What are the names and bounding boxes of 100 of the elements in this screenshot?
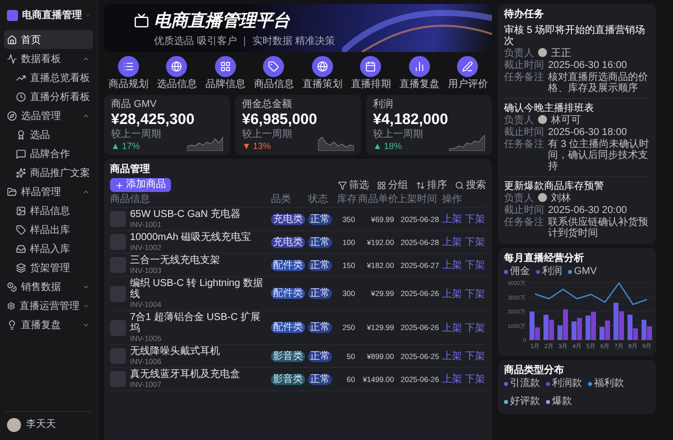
shortcut-icon[interactable]: [408, 56, 430, 77]
menu-icon: [7, 186, 17, 196]
legend-label: 好评款: [510, 396, 540, 408]
task-note: 核对直播所选商品的价格、库存及展示顺序: [548, 72, 649, 94]
legend-label: 福利款: [594, 378, 624, 390]
action-link[interactable]: 下架: [465, 320, 485, 334]
stat-compare: 较上一周期: [373, 129, 423, 141]
toolbar-button[interactable]: 分组: [377, 178, 408, 192]
action-link[interactable]: 上架: [442, 372, 462, 386]
shortcut-icon[interactable]: [118, 56, 139, 77]
sidebar-subitem[interactable]: 直播总览看板: [4, 68, 93, 87]
due-time: 2025-06-30 16:00: [548, 60, 627, 71]
task-note: 联系供应链确认补货预计到货时间: [548, 217, 649, 239]
shortcut-icon[interactable]: [214, 56, 236, 77]
toolbar-button[interactable]: 排序: [416, 178, 447, 192]
stat-label: 利润: [373, 99, 394, 111]
sidebar-subitem[interactable]: 样品入库: [4, 239, 93, 258]
status-tag: 正常: [308, 260, 332, 270]
menu-icon: [16, 224, 26, 234]
toolbar-button[interactable]: 筛选: [338, 178, 369, 192]
action-link[interactable]: 上架: [442, 320, 462, 334]
product-name: 10000mAh 磁吸无线充电宝: [130, 232, 252, 243]
product-name: 65W USB-C GaN 充电器: [130, 209, 241, 220]
sidebar-subitem[interactable]: 货架管理: [4, 258, 93, 277]
panel-title: 商品管理: [110, 164, 151, 176]
meta-label: 任务备注: [504, 139, 544, 150]
user-name: 李天天: [26, 419, 56, 431]
action-link[interactable]: 上架: [442, 286, 462, 300]
shortcut-icon[interactable]: [166, 56, 188, 77]
sidebar-subitem[interactable]: 品牌合作: [4, 144, 93, 163]
status-tag: 正常: [308, 350, 332, 362]
photo-placeholder: [110, 286, 126, 302]
menu-icon: [16, 206, 26, 216]
sidebar-item[interactable]: 直播复盘: [4, 315, 93, 334]
sidebar-subitem[interactable]: 样品出库: [4, 220, 93, 239]
sidebar-item[interactable]: 直播运营管理: [4, 296, 93, 315]
meta-label: 负责人: [504, 48, 534, 59]
meta-label: 截止时间: [504, 127, 544, 138]
task-note: 有 3 位主播尚未确认时间，确认后同步技术支持: [548, 139, 650, 172]
category-tag: 充电类: [271, 236, 305, 248]
shortcut-label: 用户评价: [448, 79, 488, 91]
menu-icon: [7, 54, 17, 64]
meta-label: 截止时间: [504, 205, 544, 216]
column-header: 商品信息: [110, 194, 151, 206]
action-link[interactable]: 下架: [465, 235, 485, 249]
avatar: [538, 193, 547, 202]
action-link[interactable]: 下架: [465, 349, 485, 363]
action-link[interactable]: 上架: [442, 349, 462, 363]
action-link[interactable]: 下架: [465, 258, 485, 272]
menu-icon: [7, 320, 17, 330]
action-link[interactable]: 下架: [465, 286, 485, 300]
action-link[interactable]: 下架: [465, 212, 485, 226]
owner-name: 刘林: [551, 193, 571, 204]
shortcut-icon[interactable]: [312, 56, 333, 77]
trend-arrow: ▲: [373, 141, 382, 151]
shortcut-icon[interactable]: [360, 56, 382, 77]
category-tag: 充电类: [271, 214, 305, 224]
sidebar-subitem[interactable]: 样品信息: [4, 201, 93, 220]
sidebar-item[interactable]: 首页: [4, 30, 93, 49]
action-link[interactable]: 下架: [465, 372, 485, 386]
status-tag: 正常: [308, 214, 332, 224]
category-tag: 配件类: [271, 260, 305, 270]
menu-icon: [16, 262, 26, 272]
menu-icon: [16, 92, 26, 102]
due-time: 2025-06-30 18:00: [548, 127, 627, 138]
sidebar-subitem[interactable]: 直播分析看板: [4, 87, 93, 106]
panel-title: 每月直播经营分析: [504, 253, 585, 265]
sidebar-subitem[interactable]: 商品推广文案: [4, 163, 93, 182]
sidebar-item[interactable]: 样品管理: [4, 182, 93, 201]
status-tag: 正常: [308, 322, 332, 333]
shortcut-icon[interactable]: [263, 56, 284, 77]
legend-label: 佣金: [510, 266, 530, 278]
menu-icon: [7, 34, 17, 44]
sidebar-item[interactable]: 选品管理: [4, 106, 93, 125]
column-header: 品类: [271, 194, 292, 206]
action-link[interactable]: 上架: [442, 258, 462, 272]
task-title: 确认今晚主播排班表: [504, 103, 595, 114]
column-header: 上架时间: [397, 194, 438, 206]
shortcut-icon[interactable]: [457, 56, 478, 77]
sparkline: [449, 133, 485, 151]
status-tag: 正常: [308, 236, 332, 248]
sidebar-item[interactable]: 数据看板: [4, 49, 93, 68]
panel-title: 商品类型分布: [504, 365, 565, 377]
menu-icon: [7, 300, 16, 310]
photo-placeholder: [110, 257, 126, 273]
action-link[interactable]: 上架: [442, 235, 462, 249]
toolbar-button[interactable]: 搜索: [455, 178, 486, 192]
action-link[interactable]: 上架: [442, 212, 462, 226]
legend-label: GMV: [574, 266, 597, 278]
meta-label: 任务备注: [504, 72, 544, 83]
tool-icon: [455, 180, 464, 190]
stat-label: 佣金总金额: [242, 99, 293, 111]
category-tag: 配件类: [271, 288, 305, 299]
status-tag: 正常: [308, 374, 332, 384]
sidebar-item[interactable]: 销售数据: [4, 277, 93, 296]
category-tag: 影音类: [271, 350, 305, 362]
plus-icon: [115, 180, 124, 190]
sidebar-subitem[interactable]: 选品: [4, 125, 93, 144]
shortcut-label: 直播策划: [302, 79, 342, 91]
add-product-button[interactable]: 添加商品: [110, 178, 171, 192]
